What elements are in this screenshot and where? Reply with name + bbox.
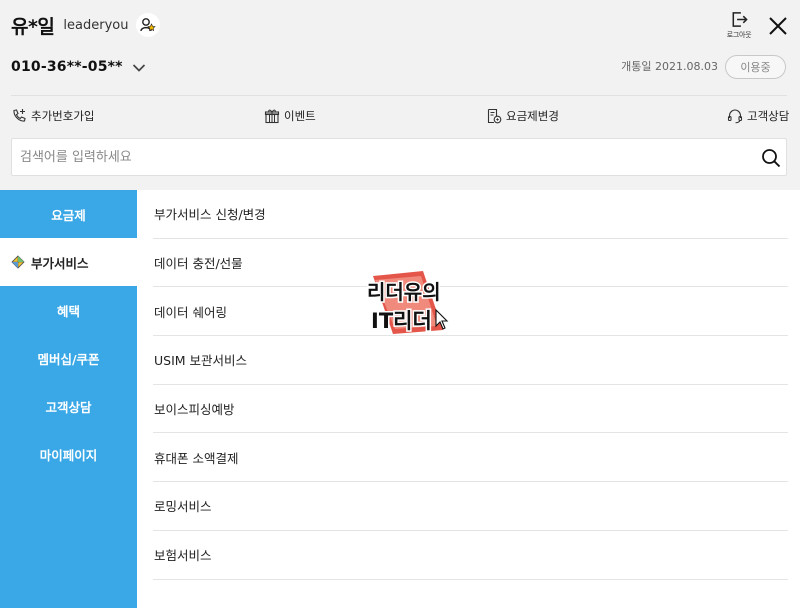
sidebar-item-benefit[interactable]: 혜택 [0,286,137,334]
phone-plus-icon [13,109,26,122]
sidebar-item-plan[interactable]: 요금제 [0,190,137,238]
sidebar-item-label: 부가서비스 [31,255,89,271]
sidebar-item-membership[interactable]: 멤버십/쿠폰 [0,334,137,382]
sidebar-item-label: 멤버십/쿠폰 [37,351,100,367]
diamond-badge-icon [11,255,25,269]
user-grade-icon [136,13,161,37]
watermark-logo: 리더유의 IT리더 [366,271,449,335]
list-item-label: 데이터 쉐어링 [154,304,227,320]
divider [11,95,787,96]
search-box [11,138,787,176]
watermark-line2: IT리더 [371,309,432,333]
quick-plan-change-label: 요금제변경 [506,109,559,123]
list-item-label: 휴대폰 소액결제 [154,450,239,466]
chevron-down-icon [132,64,145,72]
sidebar-item-label: 고객상담 [45,399,92,415]
list-item-label: 데이터 충전/선물 [154,256,243,272]
gift-icon [264,109,280,124]
user-name: 유*일 [11,15,55,38]
list-item-label: 보험서비스 [154,548,212,564]
list-item[interactable]: 부가서비스 신청/변경 [153,190,788,239]
list-item[interactable]: USIM 보관서비스 [153,336,788,385]
quick-add-number-label: 추가번호가입 [31,109,95,123]
quick-consult-label: 고객상담 [747,109,790,123]
close-button[interactable] [765,13,791,39]
search-input[interactable] [20,139,740,175]
list-item-label: USIM 보관서비스 [154,353,248,369]
sidebar-item-consult[interactable]: 고객상담 [0,382,137,430]
user-id: leaderyou [63,17,129,33]
headset-icon [727,109,743,124]
list-item-label: 보이스피싱예방 [154,402,235,418]
list-item-label: 로밍서비스 [154,499,212,515]
open-date: 개통일 2021.08.03 [621,60,718,73]
sidebar-item-label: 혜택 [56,303,80,319]
header-panel: 유*일 leaderyou 로그아웃 010-36**-05** 개통일 202… [0,0,800,190]
logout-button[interactable]: 로그아웃 [722,10,756,40]
sidebar-item-addon[interactable]: 부가서비스 [0,238,137,286]
quick-event-label: 이벤트 [284,109,316,123]
submenu-list: 부가서비스 신청/변경 데이터 충전/선물 데이터 쉐어링 USIM 보관서비스… [153,190,788,580]
list-item[interactable]: 로밍서비스 [153,482,788,531]
sidebar-item-mypage[interactable]: 마이페이지 [0,430,137,478]
list-item[interactable]: 데이터 쉐어링 [153,287,788,337]
logout-icon [732,12,748,27]
list-item-label: 부가서비스 신청/변경 [154,207,266,223]
sidebar-item-label: 요금제 [51,207,86,223]
quick-consult[interactable]: 고객상담 [727,106,789,126]
quick-add-number[interactable]: 추가번호가입 [11,106,94,126]
quick-plan-change[interactable]: 요금제변경 [486,106,559,126]
phone-selector[interactable]: 010-36**-05** [11,56,146,78]
sidebar-item-label: 마이페이지 [39,447,98,463]
list-item[interactable]: 휴대폰 소액결제 [153,433,788,483]
sidebar: 요금제 부가서비스 혜택 멤버십/쿠폰 고객상담 마이페이지 [0,190,137,608]
user-info: 유*일 leaderyou [11,10,161,40]
close-icon [769,17,787,35]
phone-number: 010-36**-05** [11,59,123,75]
list-item[interactable]: 보이스피싱예방 [153,385,788,434]
watermark-line1: 리더유의 [367,280,441,304]
status-badge: 이용중 [725,55,786,79]
list-item[interactable]: 보험서비스 [153,531,788,580]
plan-change-icon [487,108,502,124]
list-item[interactable]: 데이터 충전/선물 [153,239,788,288]
search-icon[interactable] [760,147,782,169]
quick-event[interactable]: 이벤트 [264,106,316,126]
logout-label: 로그아웃 [726,31,752,39]
